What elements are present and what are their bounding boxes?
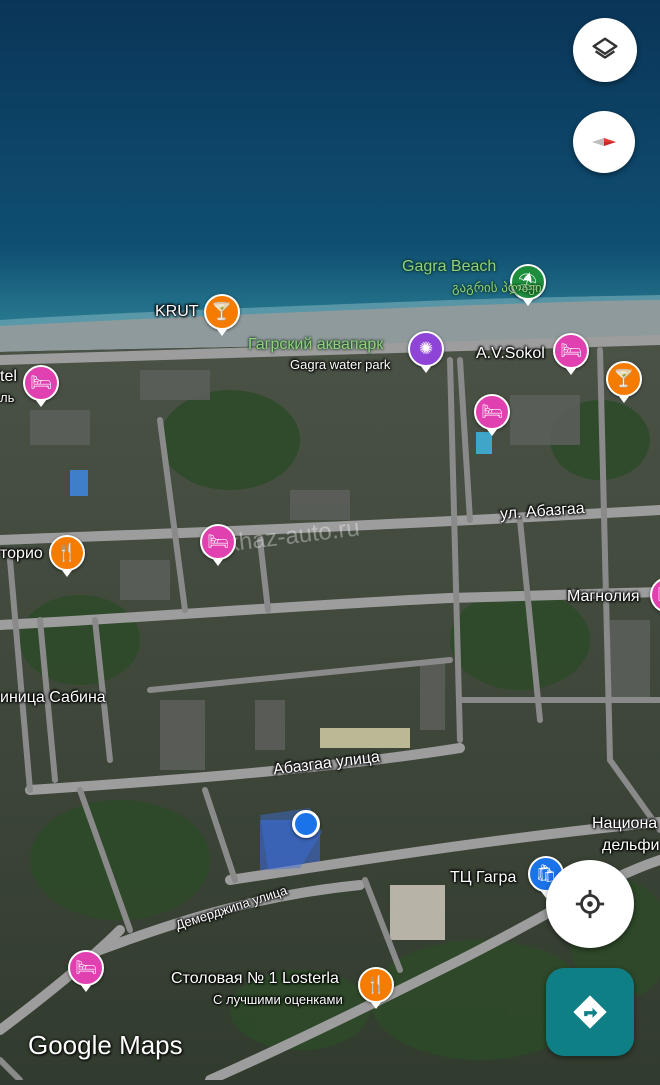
aquapark-pin[interactable]: ✺ xyxy=(408,331,444,373)
hotel-left-label[interactable]: tel xyxy=(0,368,17,386)
layers-button[interactable] xyxy=(573,18,637,82)
sea-area xyxy=(0,0,660,330)
gagra-beach-sublabel: გაგრის პლაჟი xyxy=(452,280,542,295)
compass-button[interactable] xyxy=(573,111,635,173)
stolovaya-pin[interactable]: 🍴 xyxy=(358,967,394,1009)
gagra-beach-label[interactable]: Gagra Beach xyxy=(402,258,496,276)
national-label[interactable]: Национа xyxy=(592,815,657,833)
restaurant-icon: 🍴 xyxy=(365,975,387,994)
sabina-label[interactable]: иница Сабина xyxy=(0,689,106,707)
bed-icon: 🛏 xyxy=(481,402,503,421)
krut-label[interactable]: KRUT xyxy=(155,303,199,321)
av-sokol-pin[interactable]: 🛏 xyxy=(553,333,589,375)
crosshair-icon xyxy=(575,889,605,919)
hotel-bottom-pin[interactable]: 🛏 xyxy=(68,950,104,992)
cocktail-icon: 🍸 xyxy=(211,302,233,321)
stolovaya-sublabel: С лучшими оценками xyxy=(213,992,343,1007)
compass-icon xyxy=(592,138,616,146)
my-location-button[interactable] xyxy=(546,860,634,948)
bed-icon: 🛏 xyxy=(30,373,52,392)
hotel-mid-pin[interactable]: 🛏 xyxy=(474,394,510,436)
bed-icon: 🛏 xyxy=(75,958,97,977)
directions-button[interactable] xyxy=(546,968,634,1056)
restaurant-icon: 🍴 xyxy=(56,543,78,562)
hotel-left-pin[interactable]: 🛏 xyxy=(23,365,59,407)
sanatorio-label[interactable]: торио xyxy=(0,545,43,563)
directions-icon xyxy=(573,995,607,1029)
national-sublabel: дельфи xyxy=(602,837,660,854)
tc-gagra-label[interactable]: ТЦ Гагра xyxy=(450,869,516,887)
stolovaya-label[interactable]: Столовая № 1 Losterla xyxy=(171,970,339,988)
aquapark-sublabel: Gagra water park xyxy=(290,357,391,372)
ferris-wheel-icon: ✺ xyxy=(418,339,434,358)
krut-pin[interactable]: 🍸 xyxy=(204,294,240,336)
cocktail-icon: 🍸 xyxy=(613,369,635,388)
google-maps-logo: Google Maps xyxy=(28,1030,183,1060)
bed-icon: 🛏 xyxy=(207,532,229,551)
aquapark-label[interactable]: Гагрский аквапарк xyxy=(248,336,383,354)
hotel-left-sublabel: ль xyxy=(0,390,15,405)
map-canvas[interactable]: abkhaz-auto.ru ⛱ Gagra Beach გაგრის პლაჟ… xyxy=(0,0,660,1085)
layers-icon xyxy=(592,37,618,59)
bed-icon: 🛏 xyxy=(560,341,582,360)
magnolia-label[interactable]: Магнолия xyxy=(567,588,640,606)
sanatorio-pin[interactable]: 🍴 xyxy=(49,535,85,577)
av-sokol-label[interactable]: A.V.Sokol xyxy=(476,345,545,363)
current-location-dot xyxy=(292,810,320,838)
bar-right-pin[interactable]: 🍸 xyxy=(606,361,642,403)
hotel-center-pin[interactable]: 🛏 xyxy=(200,524,236,566)
